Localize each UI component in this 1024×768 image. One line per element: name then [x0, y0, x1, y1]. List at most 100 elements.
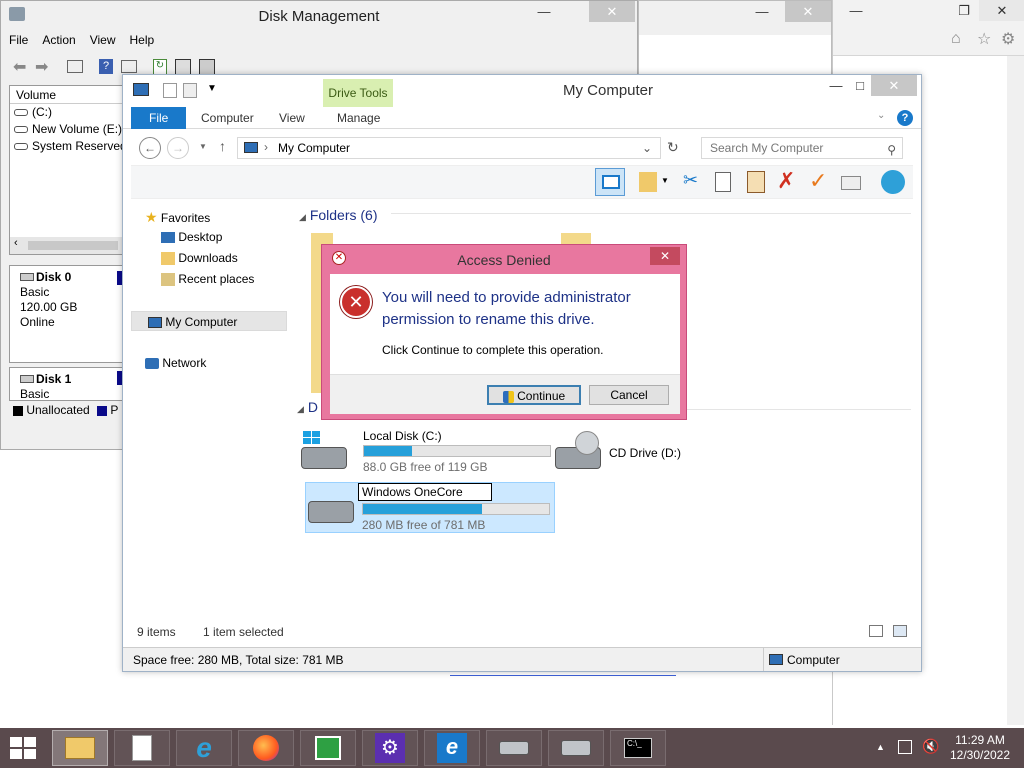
minimize-button[interactable]: — [739, 1, 785, 22]
list-item[interactable]: New Volume (E:) [10, 121, 124, 138]
delete-icon[interactable]: ✗ [777, 168, 795, 194]
menu-help[interactable]: Help [130, 33, 155, 53]
forward-button[interactable]: → [167, 137, 189, 159]
home-icon[interactable]: ⌂ [951, 30, 961, 48]
list-item[interactable]: System Reserved [10, 138, 127, 155]
menu-bar: File Action View Help [9, 33, 154, 53]
taskbar-ie-metro[interactable]: e [424, 730, 480, 766]
drive-usage-fill [363, 504, 483, 514]
taskbar-firefox[interactable] [238, 730, 294, 766]
chevron-down-icon[interactable]: ▼ [207, 83, 217, 94]
search-input[interactable]: Search My Computer ⚲ [701, 137, 903, 159]
taskbar-file-explorer[interactable] [52, 730, 108, 766]
legend-unallocated: Unallocated [26, 403, 90, 417]
new-folder-icon[interactable] [183, 83, 197, 98]
disk-0-info[interactable]: Disk 0 Basic 120.00 GB Online [9, 265, 125, 363]
drive-tile-c[interactable]: Local Disk (C:) 88.0 GB free of 119 GB [301, 429, 551, 477]
scroll-thumb[interactable] [28, 241, 118, 250]
rename-icon[interactable] [841, 176, 861, 190]
favorites-star-icon[interactable]: ☆ [977, 29, 991, 49]
list-item[interactable]: (C:) [10, 104, 124, 121]
drive-tile-selected[interactable]: Windows OneCore 280 MB free of 781 MB [305, 482, 555, 533]
address-dropdown-icon[interactable]: ⌄ [642, 141, 652, 155]
taskbar-disk-management[interactable] [486, 730, 542, 766]
disk-name: Disk 0 [36, 270, 72, 284]
system-clock[interactable]: 11:29 AM 12/30/2022 [944, 733, 1016, 763]
tab-computer[interactable]: Computer [189, 107, 266, 129]
minimize-button[interactable]: — [833, 0, 879, 21]
taskbar-command-prompt[interactable]: C:\_ [610, 730, 666, 766]
sidebar-item-downloads[interactable]: Downloads [161, 248, 238, 268]
sidebar-item-favorites[interactable]: ★ Favorites [145, 207, 210, 227]
back-arrow-icon[interactable]: ⬅ [13, 57, 26, 77]
drive-tile-d[interactable]: CD Drive (D:) [555, 431, 715, 479]
search-icon[interactable]: ⚲ [887, 140, 896, 160]
cut-icon[interactable]: ✂ [683, 170, 698, 191]
sidebar-item-network[interactable]: Network [145, 353, 206, 373]
tab-file[interactable]: File [131, 107, 187, 129]
taskbar-internet-explorer[interactable]: e [176, 730, 232, 766]
settings-icon[interactable] [199, 59, 215, 75]
back-button[interactable]: ← [139, 137, 161, 159]
taskbar-settings[interactable]: ⚙ [362, 730, 418, 766]
folder-options-icon[interactable] [639, 172, 657, 192]
close-button[interactable]: ✕ [589, 1, 635, 22]
browser-scrollbar[interactable] [1007, 56, 1024, 725]
recent-locations-icon[interactable]: ▼ [199, 142, 207, 151]
close-button[interactable]: ✕ [871, 75, 917, 96]
ribbon-expand-icon[interactable]: ⌄ [877, 110, 885, 121]
cancel-button[interactable]: Cancel [589, 385, 669, 405]
sidebar-item-my-computer[interactable]: My Computer [131, 311, 287, 331]
column-header-volume[interactable]: Volume [10, 86, 124, 104]
disk-1-info[interactable]: Disk 1 Basic [9, 367, 125, 401]
scroll-left-icon[interactable]: ‹ [14, 237, 18, 249]
preview-pane-button[interactable] [595, 168, 625, 196]
address-box[interactable]: › My Computer ⌄ [237, 137, 661, 159]
refresh-icon[interactable]: ↻ [667, 139, 687, 159]
chevron-down-icon[interactable]: ▼ [661, 176, 669, 185]
dialog-close-button[interactable]: ✕ [650, 247, 680, 265]
details-view-icon[interactable] [869, 625, 883, 637]
taskbar-document[interactable] [114, 730, 170, 766]
large-icons-view-icon[interactable] [893, 625, 907, 637]
menu-view[interactable]: View [90, 33, 116, 53]
paste-icon[interactable] [747, 171, 765, 193]
copy-icon[interactable] [715, 172, 731, 192]
minimize-button[interactable]: — [521, 1, 567, 22]
help-icon[interactable]: ? [99, 59, 113, 74]
taskbar-drive-tool[interactable] [548, 730, 604, 766]
rescan-icon[interactable] [175, 59, 191, 75]
breadcrumb[interactable]: My Computer [278, 141, 350, 155]
help-icon[interactable]: ? [897, 110, 913, 126]
start-button[interactable] [10, 737, 38, 759]
checkmark-icon[interactable]: ✓ [809, 168, 827, 194]
globe-icon[interactable] [881, 170, 905, 194]
devices-group-header[interactable]: ◢ D [297, 399, 318, 415]
sidebar-item-desktop[interactable]: Desktop [161, 227, 222, 247]
file-explorer-icon [65, 737, 95, 759]
menu-action[interactable]: Action [42, 33, 75, 53]
properties-icon[interactable] [163, 83, 177, 98]
tab-view[interactable]: View [267, 107, 317, 129]
rename-input[interactable]: Windows OneCore [358, 483, 492, 501]
underlying-link [450, 675, 676, 676]
refresh-icon[interactable]: ↻ [153, 59, 167, 75]
properties-icon[interactable] [121, 60, 137, 73]
show-hidden-icons-icon[interactable]: ▲ [876, 742, 885, 752]
console-tree-icon[interactable] [67, 60, 83, 73]
volume-muted-icon[interactable]: 🔇 [922, 738, 939, 755]
folders-group-header[interactable]: ◢ Folders (6) [299, 207, 378, 223]
menu-file[interactable]: File [9, 33, 28, 53]
close-button[interactable]: ✕ [979, 0, 1024, 21]
settings-gear-icon[interactable]: ⚙ [1001, 29, 1015, 49]
sidebar-item-recent[interactable]: Recent places [161, 269, 254, 289]
continue-button[interactable]: Continue [487, 385, 581, 405]
close-button[interactable]: ✕ [785, 1, 831, 22]
dialog-title: Access Denied [457, 252, 551, 268]
horizontal-scrollbar[interactable]: ‹ [10, 237, 124, 254]
tab-manage[interactable]: Manage [325, 107, 392, 129]
action-center-icon[interactable] [898, 740, 912, 754]
taskbar-store[interactable] [300, 730, 356, 766]
up-arrow-icon[interactable]: ↑ [219, 138, 226, 154]
forward-arrow-icon[interactable]: ➡ [35, 57, 48, 77]
